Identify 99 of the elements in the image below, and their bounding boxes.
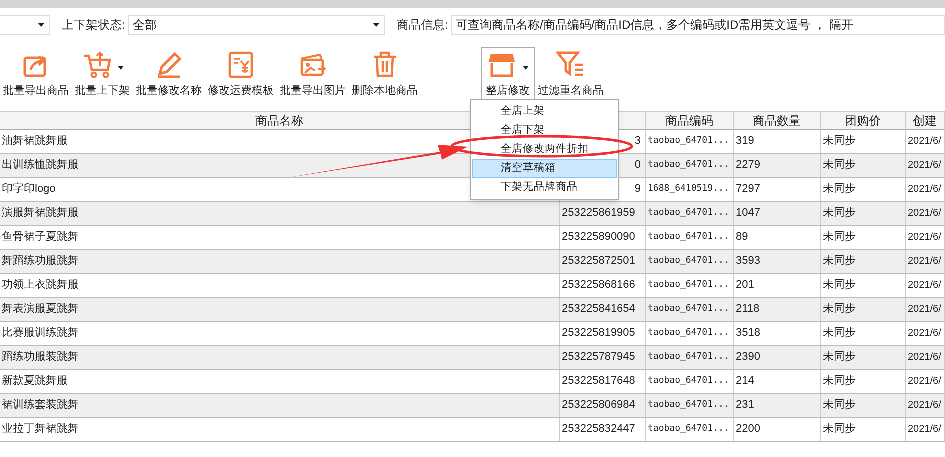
table-cell-text: 未同步 (823, 422, 856, 438)
table-cell-text: 2021/6/ (908, 279, 942, 293)
table-cell-text: 业拉丁舞裙跳舞 (2, 422, 79, 438)
table-cell-text: 2021/6/ (908, 423, 942, 437)
dropdown-field[interactable] (0, 14, 50, 34)
toolbar-button[interactable]: 整店修改 (481, 47, 535, 99)
table-cell-text: 演服舞裙跳舞服 (2, 206, 79, 222)
table-cell-text: 未同步 (823, 158, 856, 174)
table-cell-text: taobao_64701... (648, 398, 730, 412)
table-cell-text: 319 (736, 134, 754, 150)
table-cell-text: taobao_64701... (648, 206, 730, 220)
table-cell-text: 未同步 (823, 134, 856, 150)
menu-item[interactable]: 清空草稿箱 (472, 159, 617, 178)
table-cell-text: 253225868166 (562, 278, 636, 294)
table-cell-text: 比赛服训练跳舞 (2, 326, 79, 342)
table-cell-text: 未同步 (823, 206, 856, 222)
table-cell-text: 253225819905 (562, 326, 636, 342)
table-cell-text: 3518 (736, 326, 760, 342)
table-cell-text: taobao_64701... (648, 230, 730, 244)
search-field[interactable]: 可查询商品名称/商品编码/商品ID信息，多个编码或ID需用英文逗号 ， 隔开 (451, 14, 945, 34)
table-cell-text: 未同步 (823, 374, 856, 390)
toolbar-button[interactable]: 批量导出图片 (277, 47, 349, 99)
table-cell-text: 0 (634, 158, 641, 174)
table-cell-text: 舞表演服夏跳舞 (2, 302, 79, 318)
filter-label: 上下架状态: (62, 16, 126, 34)
table-cell-text: 未同步 (823, 326, 856, 342)
table-cell-text: 2021/6/ (908, 303, 942, 317)
table-cell-text: 2021/6/ (908, 207, 942, 221)
table-cell-text: 蹈练功服装跳舞 (2, 350, 79, 366)
table-cell-text: taobao_64701... (648, 158, 730, 172)
table-cell-text: 2200 (736, 422, 760, 438)
table-cell-text: 2021/6/ (908, 231, 942, 245)
table-cell-text: 2021/6/ (908, 351, 942, 365)
table-cell-text: 89 (736, 230, 748, 246)
table-cell-text: 3 (634, 134, 641, 150)
table-cell-text: 未同步 (823, 278, 856, 294)
table-cell-text: 253225890090 (562, 230, 636, 246)
table-cell-text: 油舞裙跳舞服 (2, 134, 68, 150)
caret-icon (373, 22, 380, 26)
table-cell-text: 2021/6/ (908, 255, 942, 269)
table-cell-text: 253225832447 (562, 422, 636, 438)
caret-icon (38, 22, 45, 26)
table-cell-text: taobao_64701... (648, 254, 730, 268)
table-cell-text: 2021/6/ (908, 159, 942, 173)
table-cell-text: 未同步 (823, 182, 856, 198)
table-cell-text: 1688_6410519... (648, 182, 730, 196)
table-cell-text: 新款夏跳舞服 (2, 374, 68, 390)
table-cell-text: 253225787945 (562, 350, 636, 366)
table-cell-text: taobao_64701... (648, 326, 730, 340)
menu-item[interactable]: 全店修改两件折扣 (472, 140, 617, 159)
table-cell-text: 鱼骨裙子夏跳舞 (2, 230, 79, 246)
table-cell-text: 2118 (736, 302, 760, 318)
table-cell-text: 未同步 (823, 302, 856, 318)
table-cell-text: 253225806984 (562, 398, 636, 414)
cart-icon (82, 50, 112, 80)
table-cell-text: 2021/6/ (908, 183, 942, 197)
table-cell-text: 253225861959 (562, 206, 636, 222)
toolbar-button[interactable]: 批量导出商品 (0, 47, 72, 99)
table-cell-text: 253225841654 (562, 302, 636, 318)
table-cell-text: 214 (736, 374, 754, 390)
table-cell-text: 2021/6/ (908, 327, 942, 341)
toolbar-button[interactable]: 批量修改名称 (133, 47, 205, 99)
table-cell-text: 出训练恤跳舞服 (2, 158, 79, 174)
table-cell-text: 201 (736, 278, 754, 294)
table-cell-text: 2021/6/ (908, 135, 942, 149)
table-cell-text: 未同步 (823, 254, 856, 270)
toolbar-button[interactable]: 批量上下架 (72, 47, 133, 99)
table-cell-text: 7297 (736, 182, 760, 198)
select-value: 全部 (133, 16, 157, 34)
table-cell-text: 未同步 (823, 398, 856, 414)
filter-label: 商品信息: (397, 16, 450, 34)
table-cell-text: 9 (634, 182, 641, 198)
table-cell-text: 2390 (736, 350, 760, 366)
table-cell-text: taobao_64701... (648, 302, 730, 316)
table-cell-text: 1047 (736, 206, 760, 222)
table-cell-text: taobao_64701... (648, 350, 730, 364)
table-cell-text: 印字印logo (2, 182, 56, 198)
toolbar-button[interactable]: 删除本地商品 (349, 47, 421, 99)
table-cell-text: 未同步 (823, 230, 856, 246)
table-cell-text: taobao_64701... (648, 374, 730, 388)
table-cell-text: 253225817648 (562, 374, 636, 390)
table-cell-text: taobao_64701... (648, 422, 730, 436)
table-cell-text: 253225872501 (562, 254, 636, 270)
table-cell-text: 231 (736, 398, 754, 414)
table-cell-text: 功领上衣跳舞服 (2, 278, 79, 294)
table-cell-text: 3593 (736, 254, 760, 270)
table-cell-text: 2021/6/ (908, 399, 942, 413)
table-cell-text: taobao_64701... (648, 134, 730, 148)
toolbar-button[interactable]: 过滤重名商品 (535, 47, 607, 99)
table-cell-text: 舞蹈练功服跳舞 (2, 254, 79, 270)
table-cell-text: 未同步 (823, 350, 856, 366)
table-cell-text: 裙训练套装跳舞 (2, 398, 79, 414)
menu-item[interactable]: 下架无品牌商品 (472, 178, 617, 197)
table-cell-text: 2021/6/ (908, 375, 942, 389)
table-cell-text: 2279 (736, 158, 760, 174)
toolbar-button[interactable]: 修改运费模板 (205, 47, 277, 99)
yen-document-icon (226, 50, 256, 80)
table-cell-text: taobao_64701... (648, 278, 730, 292)
status-select[interactable]: 全部 (128, 14, 385, 34)
